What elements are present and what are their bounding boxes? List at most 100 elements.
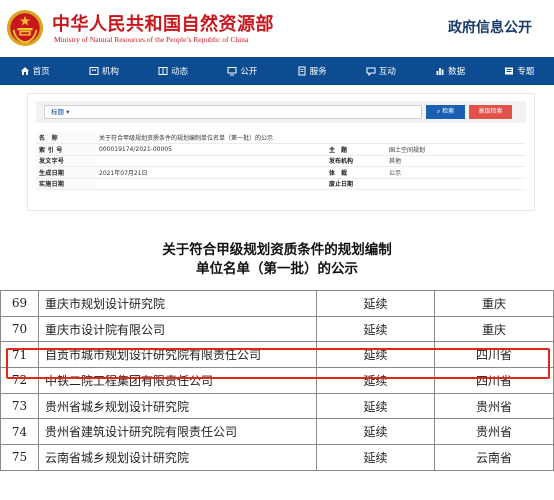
application-type: 延续 bbox=[316, 367, 435, 394]
application-type: 延续 bbox=[316, 341, 435, 369]
search-field-select[interactable]: 标题 ▾ bbox=[44, 105, 422, 119]
unit-name: 中铁二院工程集团有限责任公司 bbox=[38, 367, 317, 394]
meta-value: 关于符合甲级规划资质条件的规划编制单位名单（第一批）的公示 bbox=[96, 132, 526, 144]
table-row: 74 贵州省建筑设计研究院有限责任公司 延续 贵州省 bbox=[0, 418, 554, 446]
meta-row: 实施日期 废止日期 bbox=[36, 178, 526, 190]
meta-key: 废止日期 bbox=[326, 178, 386, 190]
unit-name: 重庆市设计院有限公司 bbox=[38, 315, 317, 343]
unit-name: 贵州省城乡规划设计研究院 bbox=[38, 392, 317, 420]
metadata-table: 名 称 关于符合甲级规划资质条件的规划编制单位名单（第一批）的公示 索 引 号 … bbox=[36, 132, 526, 190]
nav-item-interact[interactable]: 互动 bbox=[346, 57, 415, 85]
nav-item-service[interactable]: 服务 bbox=[277, 57, 346, 85]
meta-key: 实施日期 bbox=[36, 178, 96, 190]
meta-key: 发布机构 bbox=[326, 155, 386, 167]
table-row: 75 云南省城乡规划设计研究院 延续 云南省 bbox=[0, 444, 554, 471]
unit-name: 贵州省建筑设计研究院有限责任公司 bbox=[38, 418, 317, 446]
meta-row: 索 引 号 000019174/2021-00005 主 题 国土空间规划 bbox=[36, 143, 526, 156]
nav-label: 数据 bbox=[448, 67, 466, 77]
site-title[interactable]: 中华人民共和国自然资源部 bbox=[52, 10, 274, 36]
nav-label: 专题 bbox=[517, 67, 535, 77]
nav-item-topic[interactable]: 专题 bbox=[485, 57, 554, 85]
province: 重庆 bbox=[434, 315, 554, 343]
chat-icon bbox=[366, 67, 376, 76]
meta-key: 索 引 号 bbox=[36, 143, 96, 156]
national-emblem-icon[interactable] bbox=[6, 9, 44, 47]
application-type: 延续 bbox=[316, 290, 435, 317]
province: 贵州省 bbox=[434, 418, 554, 446]
meta-value bbox=[96, 155, 326, 167]
document-title-line: 关于符合甲级规划资质条件的规划编制 bbox=[162, 242, 392, 258]
nav-item-data[interactable]: 数据 bbox=[416, 57, 485, 85]
nav-label: 互动 bbox=[378, 67, 396, 77]
meta-value: 其他 bbox=[386, 155, 526, 167]
main-nav: 首页 机构 动态 公开 服务 互动 数据 专题 bbox=[0, 57, 554, 85]
nav-item-news[interactable]: 动态 bbox=[139, 57, 208, 85]
meta-value: 2021年07月21日 bbox=[96, 166, 326, 179]
meta-value bbox=[96, 178, 326, 190]
table-row: 70 重庆市设计院有限公司 延续 重庆 bbox=[0, 315, 554, 343]
unit-name: 云南省城乡规划设计研究院 bbox=[38, 444, 317, 471]
meta-key: 体 裁 bbox=[326, 166, 386, 179]
section-title[interactable]: 政府信息公开 bbox=[448, 17, 532, 37]
nav-label: 服务 bbox=[309, 67, 327, 77]
table-row: 69 重庆市规划设计研究院 延续 重庆 bbox=[0, 290, 554, 317]
meta-value bbox=[386, 178, 526, 190]
table-row: 71 自贡市城市规划设计研究院有限责任公司 延续 四川省 bbox=[0, 341, 554, 369]
unit-name: 重庆市规划设计研究院 bbox=[38, 290, 317, 317]
application-type: 延续 bbox=[316, 315, 435, 343]
search-button[interactable]: ⌕ 检索 bbox=[426, 105, 465, 119]
meta-row: 名 称 关于符合甲级规划资质条件的规划编制单位名单（第一批）的公示 bbox=[36, 132, 526, 144]
chart-icon bbox=[436, 68, 444, 75]
province: 四川省 bbox=[434, 367, 554, 394]
table-row: 72 中铁二院工程集团有限责任公司 延续 四川省 bbox=[0, 367, 554, 394]
province: 重庆 bbox=[434, 290, 554, 317]
meta-value: 国土空间规划 bbox=[386, 143, 526, 156]
row-number: 75 bbox=[0, 444, 39, 471]
nav-item-home[interactable]: 首页 bbox=[0, 57, 69, 85]
row-number: 73 bbox=[0, 392, 39, 420]
news-icon bbox=[158, 67, 168, 75]
document-title: 关于符合甲级规划资质条件的规划编制 单位名单（第一批）的公示 bbox=[0, 241, 554, 279]
meta-key: 发文字号 bbox=[36, 155, 96, 167]
meta-key: 主 题 bbox=[326, 143, 386, 156]
site-header: 中华人民共和国自然资源部 Ministry of Natural Resourc… bbox=[0, 0, 554, 57]
unit-name: 自贡市城市规划设计研究院有限责任公司 bbox=[38, 341, 317, 369]
application-type: 延续 bbox=[316, 444, 435, 471]
meta-value: 000019174/2021-00005 bbox=[96, 143, 326, 156]
info-panel: 标题 ▾ ⌕ 检索 高级检索 名 称 关于符合甲级规划资质条件的规划编制单位名单… bbox=[27, 93, 535, 211]
advanced-search-button[interactable]: 高级检索 bbox=[469, 105, 512, 119]
row-number: 71 bbox=[0, 341, 39, 369]
nav-item-org[interactable]: 机构 bbox=[69, 57, 138, 85]
home-icon bbox=[20, 67, 29, 75]
province: 贵州省 bbox=[434, 392, 554, 420]
row-number: 70 bbox=[0, 315, 39, 343]
nav-label: 首页 bbox=[32, 67, 50, 77]
row-number: 69 bbox=[0, 290, 39, 317]
meta-row: 生成日期 2021年07月21日 体 裁 公示 bbox=[36, 166, 526, 179]
meta-key: 生成日期 bbox=[36, 166, 96, 179]
province: 云南省 bbox=[434, 444, 554, 471]
meta-value: 公示 bbox=[386, 166, 526, 179]
document-icon bbox=[298, 66, 306, 76]
application-type: 延续 bbox=[316, 418, 435, 446]
province: 四川省 bbox=[434, 341, 554, 369]
application-type: 延续 bbox=[316, 392, 435, 420]
site-subtitle: Ministry of Natural Resources of the Peo… bbox=[54, 35, 249, 44]
monitor-icon bbox=[227, 67, 237, 76]
unit-list-table: 69 重庆市规划设计研究院 延续 重庆 70 重庆市设计院有限公司 延续 重庆 … bbox=[0, 290, 554, 471]
row-number: 72 bbox=[0, 367, 39, 394]
nav-item-open[interactable]: 公开 bbox=[208, 57, 277, 85]
search-button-label: 检索 bbox=[442, 108, 455, 115]
search-icon: ⌕ bbox=[436, 108, 441, 115]
search-bar: 标题 ▾ ⌕ 检索 高级检索 bbox=[36, 101, 526, 123]
row-number: 74 bbox=[0, 418, 39, 446]
table-row: 73 贵州省城乡规划设计研究院 延续 贵州省 bbox=[0, 392, 554, 420]
meta-row: 发文字号 发布机构 其他 bbox=[36, 155, 526, 167]
nav-label: 机构 bbox=[101, 67, 119, 77]
nav-label: 动态 bbox=[171, 67, 189, 77]
document-title-line: 单位名单（第一批）的公示 bbox=[196, 261, 358, 277]
nav-label: 公开 bbox=[240, 67, 258, 77]
topic-icon bbox=[505, 67, 514, 75]
building-icon bbox=[89, 67, 99, 75]
meta-key: 名 称 bbox=[36, 132, 96, 144]
